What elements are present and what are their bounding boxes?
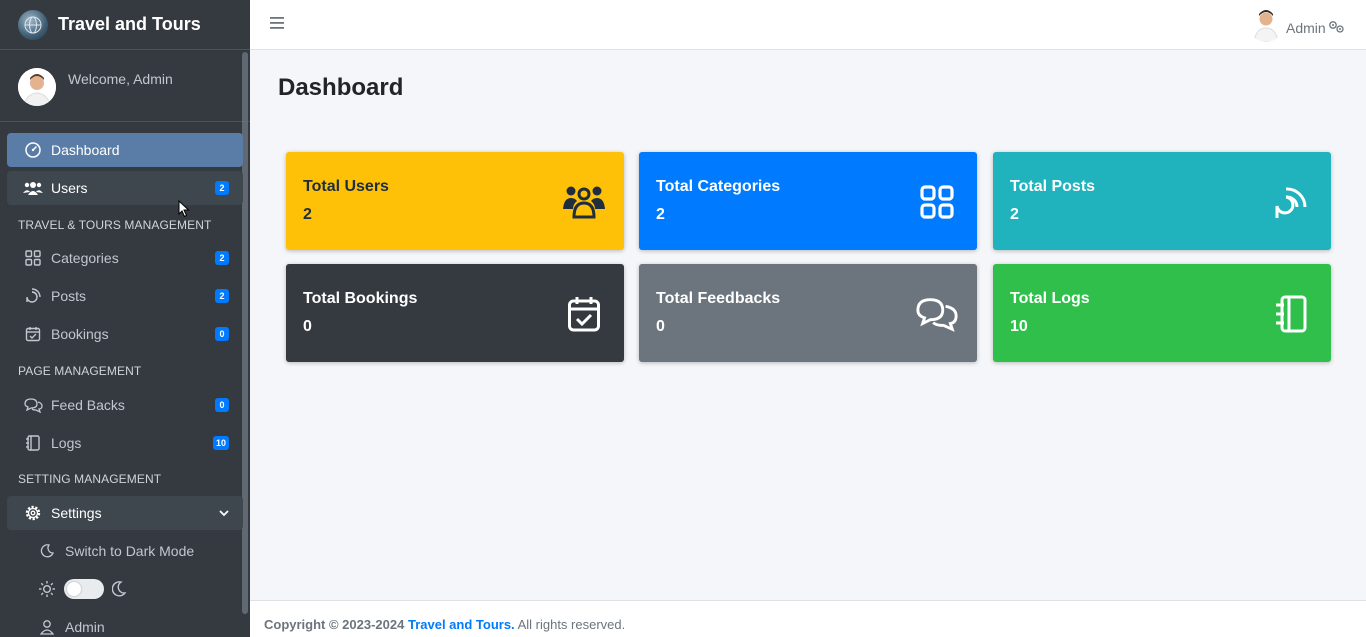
chat-icon — [23, 395, 43, 415]
card-title: Total Bookings — [303, 290, 418, 307]
journal-icon — [23, 433, 43, 453]
card-title: Total Logs — [1010, 290, 1090, 307]
sidebar-item-feedbacks[interactable]: Feed Backs 0 — [7, 388, 243, 422]
mouse-cursor-icon — [178, 199, 190, 223]
count-badge: 0 — [215, 327, 229, 341]
count-badge: 2 — [215, 289, 229, 303]
calendar-check-icon — [23, 324, 43, 344]
count-badge: 0 — [215, 398, 229, 412]
footer-rights: All rights reserved. — [517, 617, 626, 632]
sidebar-item-logs[interactable]: Logs 10 — [7, 426, 243, 460]
avatar[interactable] — [18, 68, 56, 106]
sidebar-item-bookings[interactable]: Bookings 0 — [7, 317, 243, 351]
sidebar-item-dashboard[interactable]: Dashboard — [7, 133, 243, 167]
card-value: 2 — [303, 206, 312, 223]
dashboard-icon — [23, 140, 43, 160]
user-panel: Welcome, Admin — [0, 50, 250, 122]
moon-icon — [111, 581, 127, 602]
stat-card-feedbacks[interactable]: Total Feedbacks 0 — [639, 264, 977, 362]
footer-copyright: Copyright © 2023-2024 — [264, 617, 405, 632]
users-icon — [23, 178, 43, 198]
avatar[interactable] — [1248, 6, 1284, 42]
card-value: 0 — [656, 318, 665, 335]
count-badge: 2 — [215, 251, 229, 265]
footer-brand-link[interactable]: Travel and Tours. — [408, 617, 515, 632]
card-value: 0 — [303, 318, 312, 335]
card-title: Total Posts — [1010, 178, 1096, 195]
stat-card-users[interactable]: Total Users 2 — [286, 152, 624, 250]
journal-icon — [1269, 294, 1313, 334]
menu-toggle-icon[interactable] — [270, 16, 284, 34]
rss-icon — [23, 286, 43, 306]
sidebar-item-users[interactable]: Users 2 — [7, 171, 243, 205]
count-badge: 2 — [215, 181, 229, 195]
card-title: Total Users — [303, 178, 389, 195]
top-navbar: Admin — [250, 0, 1366, 50]
sidebar-item-label: Categories — [51, 250, 119, 266]
gear-icon — [23, 503, 43, 523]
sidebar-item-label: Dashboard — [51, 142, 120, 158]
sidebar-item-label: Users — [51, 180, 88, 196]
sidebar-item-label: Switch to Dark Mode — [65, 543, 195, 559]
sidebar-item-label: Feed Backs — [51, 397, 125, 413]
dark-mode-toggle[interactable] — [64, 579, 104, 599]
nav-header-setting: SETTING MANAGEMENT — [18, 472, 162, 486]
card-title: Total Categories — [656, 178, 781, 195]
nav-header-page: PAGE MANAGEMENT — [18, 364, 142, 378]
chat-icon — [915, 294, 959, 334]
sidebar-item-label: Settings — [51, 505, 102, 521]
stat-card-bookings[interactable]: Total Bookings 0 — [286, 264, 624, 362]
count-badge: 10 — [212, 436, 229, 450]
sidebar-item-dark-mode[interactable]: Switch to Dark Mode — [7, 534, 243, 568]
card-value: 10 — [1010, 318, 1028, 335]
page-title: Dashboard — [278, 74, 404, 101]
brand-link[interactable]: Travel and Tours — [0, 0, 250, 50]
footer: Copyright © 2023-2024 Travel and Tours. … — [250, 600, 1366, 637]
sidebar-item-categories[interactable]: Categories 2 — [7, 241, 243, 275]
sidebar-item-settings[interactable]: Settings — [7, 496, 243, 530]
card-value: 2 — [656, 206, 665, 223]
sun-icon — [38, 580, 56, 603]
card-value: 2 — [1010, 206, 1019, 223]
sidebar-item-label: Bookings — [51, 326, 109, 342]
sidebar-item-label: Admin — [65, 619, 105, 635]
gears-icon[interactable] — [1328, 20, 1346, 37]
users-icon — [562, 182, 606, 222]
stat-card-logs[interactable]: Total Logs 10 — [993, 264, 1331, 362]
welcome-text: Welcome, Admin — [68, 71, 173, 87]
stat-card-posts[interactable]: Total Posts 2 — [993, 152, 1331, 250]
sidebar-item-admin[interactable]: Admin — [7, 610, 243, 637]
calendar-check-icon — [562, 294, 606, 334]
person-icon — [37, 617, 57, 637]
card-title: Total Feedbacks — [656, 290, 781, 307]
sidebar-item-label: Posts — [51, 288, 87, 304]
sidebar: Travel and Tours Welcome, Admin Dashboar… — [0, 0, 250, 637]
user-menu-label[interactable]: Admin — [1286, 20, 1326, 36]
brand-title: Travel and Tours — [58, 14, 201, 34]
chevron-down-icon — [217, 506, 231, 523]
sidebar-item-label: Logs — [51, 435, 82, 451]
moon-icon — [37, 541, 57, 561]
stat-card-categories[interactable]: Total Categories 2 — [639, 152, 977, 250]
grid-icon — [23, 248, 43, 268]
grid-icon — [915, 182, 959, 222]
sidebar-item-posts[interactable]: Posts 2 — [7, 279, 243, 313]
globe-logo-icon — [18, 9, 48, 40]
rss-icon — [1269, 182, 1313, 222]
